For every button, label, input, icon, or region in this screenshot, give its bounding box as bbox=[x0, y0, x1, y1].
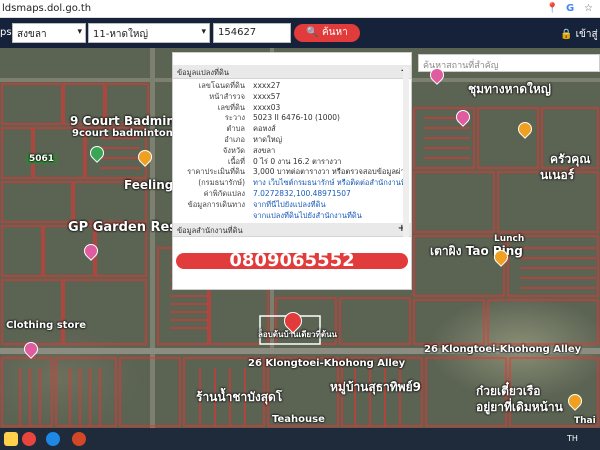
chevron-down-icon: ▾ bbox=[77, 27, 82, 37]
parcel-number-input[interactable]: 154627 bbox=[213, 23, 291, 43]
landmark-search-input[interactable]: ค้นหาสถานที่สำคัญ bbox=[418, 54, 600, 72]
info-value: หาดใหญ่ bbox=[253, 134, 283, 144]
info-row: (กรมธนารักษ์) ทาง เว็บไซต์กรมธนารักษ์ หรื… bbox=[177, 178, 407, 189]
coordinates-link[interactable]: 7.0272832,100.48971507 bbox=[253, 189, 407, 200]
edge-icon[interactable] bbox=[46, 432, 60, 446]
location-icon[interactable]: 📍 bbox=[546, 3, 558, 14]
app-toolbar: ps สงขลา ▾ 11-หาดใหญ่ ▾ 154627 🔍 ค้นหา 🔒… bbox=[0, 18, 600, 48]
map-label: ชุมทางหาดใหญ่ bbox=[468, 82, 551, 96]
info-row: ข้อมูลการเดินทาง จากที่นี่ไปยังแปลงที่ดิน bbox=[177, 200, 407, 211]
map-label: 26 Klongtoei-Khohong Alley bbox=[248, 358, 406, 369]
info-value: 3,000 บาทต่อตารางวา หรือตรวจสอบข้อมูลผ่า… bbox=[253, 167, 407, 177]
map-label: 9court badminton bbox=[72, 128, 173, 139]
road-shield: 5061 bbox=[26, 154, 58, 164]
map-label: อยู่ยาที่เดิมหน้าน bbox=[476, 400, 563, 414]
info-value: 5023 II 6476-10 (1000) bbox=[253, 113, 340, 123]
info-value: xxxx03 bbox=[253, 102, 281, 112]
google-icon[interactable]: G bbox=[566, 3, 574, 14]
search-button-label: ค้นหา bbox=[321, 27, 348, 38]
info-value: 0 ไร่ 0 งาน 16.2 ตารางวา bbox=[253, 156, 342, 166]
info-key bbox=[177, 211, 253, 222]
parcel-number-value: 154627 bbox=[218, 27, 257, 38]
info-value: xxxx27 bbox=[253, 81, 281, 90]
district-value: 11-หาดใหญ่ bbox=[93, 29, 149, 40]
directions-to-office-link[interactable]: จากแปลงที่ดินไปยังสำนักงานที่ดิน bbox=[253, 211, 407, 222]
map-label: Clothing store bbox=[6, 320, 87, 331]
parcel-info-title: ข้อมูลแปลงที่ดิน bbox=[177, 68, 229, 77]
info-row: อำเภอ หาดใหญ่ bbox=[177, 135, 407, 146]
district-select[interactable]: 11-หาดใหญ่ ▾ bbox=[88, 23, 210, 43]
search-button[interactable]: 🔍 ค้นหา bbox=[294, 24, 360, 42]
info-value: xxxx57 bbox=[253, 91, 281, 101]
map-label: เตาผิง Tao Ping bbox=[430, 244, 523, 258]
info-row: เลขโฉนดที่ดิน xxxx27 bbox=[177, 81, 407, 92]
phone-banner: 0809065552 bbox=[176, 253, 408, 269]
province-value: สงขลา bbox=[17, 29, 47, 40]
file-explorer-icon[interactable] bbox=[4, 432, 18, 446]
info-row: หน้าสำรวจ xxxx57 bbox=[177, 92, 407, 103]
login-label: เข้าสู่ bbox=[575, 29, 598, 40]
powerpoint-icon[interactable] bbox=[72, 432, 86, 446]
browser-address-bar[interactable]: ldsmaps.dol.go.th 📍 G ☆ bbox=[0, 0, 600, 18]
info-row: ค่าพิกัดแปลง 7.0272832,100.48971507 bbox=[177, 189, 407, 200]
app-brand: ps bbox=[0, 27, 12, 38]
info-row: เนื้อที่ 0 ไร่ 0 งาน 16.2 ตารางวา bbox=[177, 157, 407, 168]
map-label: หมู่บ้านสุธาทิพย์9 bbox=[330, 380, 421, 394]
info-key: ข้อมูลการเดินทาง bbox=[187, 199, 245, 209]
info-row: จังหวัด สงขลา bbox=[177, 146, 407, 157]
info-key: จังหวัด bbox=[222, 145, 245, 155]
info-key: ตำบล bbox=[226, 124, 245, 134]
map-label: GP Garden Reso bbox=[68, 220, 186, 235]
map-label: Lunch bbox=[494, 234, 525, 244]
treasury-link[interactable]: ทาง เว็บไซต์กรมธนารักษ์ หรือติดต่อสำนักง… bbox=[253, 178, 407, 189]
chevron-down-icon: ▾ bbox=[201, 27, 206, 37]
map-label: Feeling bbox=[124, 178, 174, 192]
taskbar: TH bbox=[0, 428, 600, 450]
info-key: อำเภอ bbox=[224, 134, 245, 144]
login-link[interactable]: 🔒 เข้าสู่ bbox=[560, 27, 598, 42]
directions-to-parcel-link[interactable]: จากที่นี่ไปยังแปลงที่ดิน bbox=[253, 200, 407, 211]
language-indicator[interactable]: TH bbox=[567, 434, 578, 443]
bookmark-icon[interactable]: ☆ bbox=[584, 3, 593, 14]
info-key: เลขโฉนดที่ดิน bbox=[198, 81, 245, 90]
info-row: ราคาประเมินที่ดิน 3,000 บาทต่อตารางวา หรื… bbox=[177, 167, 407, 178]
info-key: หน้าสำรวจ bbox=[209, 91, 245, 101]
info-key: ค่าพิกัดแปลง bbox=[203, 188, 245, 198]
chrome-icon[interactable] bbox=[22, 432, 36, 446]
map-label: Thai bbox=[574, 416, 596, 426]
map-label: ร้านน้ำชาบังสุดโ bbox=[196, 390, 283, 404]
land-office-header[interactable]: ข้อมูลสำนักงานที่ดิน + bbox=[173, 223, 411, 238]
info-row: ตำบล คอหงส์ bbox=[177, 124, 407, 135]
info-row: จากแปลงที่ดินไปยังสำนักงานที่ดิน bbox=[177, 211, 407, 222]
info-key: ราคาประเมินที่ดิน bbox=[187, 167, 245, 177]
info-value: คอหงส์ bbox=[253, 124, 276, 134]
map-label: นเนอร์ bbox=[540, 168, 575, 182]
panel-scrollbar[interactable] bbox=[403, 67, 409, 237]
parcel-info-rows: เลขโฉนดที่ดิน xxxx27 หน้าสำรวจ xxxx57 เลขท… bbox=[173, 79, 411, 223]
info-key: เลขที่ดิน bbox=[217, 102, 245, 112]
lock-icon: 🔒 bbox=[560, 29, 573, 40]
map-label: Teahouse bbox=[272, 414, 325, 425]
province-select[interactable]: สงขลา ▾ bbox=[12, 23, 86, 43]
parcel-info-header[interactable]: ข้อมูลแปลงที่ดิน – bbox=[173, 65, 411, 79]
info-value: สงขลา bbox=[253, 145, 276, 155]
search-icon: 🔍 bbox=[306, 27, 319, 38]
info-key: (กรมธนารักษ์) bbox=[198, 178, 245, 188]
info-key: เนื้อที่ bbox=[227, 156, 245, 166]
address-url[interactable]: ldsmaps.dol.go.th bbox=[2, 3, 91, 14]
land-office-title: ข้อมูลสำนักงานที่ดิน bbox=[177, 226, 243, 236]
info-row: เลขที่ดิน xxxx03 bbox=[177, 103, 407, 114]
info-key: ระวาง bbox=[224, 113, 245, 123]
info-row: ระวาง 5023 II 6476-10 (1000) bbox=[177, 113, 407, 124]
selected-parcel-label: ล็อบต้นบ้านเดียวที่ต้นน bbox=[258, 330, 338, 339]
map-label: 9 Court Badmin bbox=[70, 114, 175, 128]
map-label: 26 Klongtoei-Khohong Alley bbox=[424, 344, 582, 355]
